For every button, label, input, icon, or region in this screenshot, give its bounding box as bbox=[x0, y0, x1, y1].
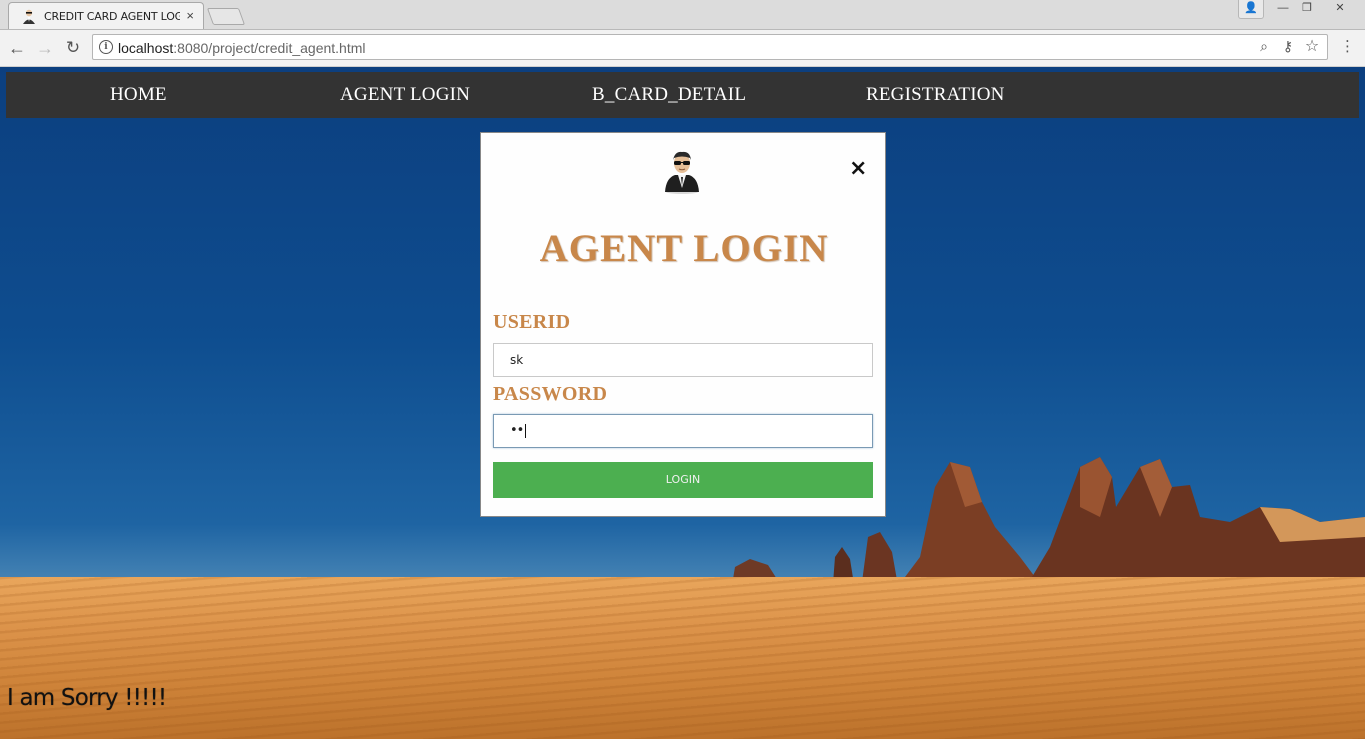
site-navigation-bar: HOME AGENT LOGIN B_CARD_DETAIL REGISTRAT… bbox=[6, 72, 1359, 118]
nav-registration[interactable]: REGISTRATION bbox=[866, 84, 1005, 106]
page-viewport: HOME AGENT LOGIN B_CARD_DETAIL REGISTRAT… bbox=[0, 67, 1365, 739]
agent-favicon-icon bbox=[23, 9, 35, 24]
profile-icon[interactable]: 👤 bbox=[1238, 0, 1264, 19]
window-close-button[interactable]: ✕ bbox=[1322, 0, 1358, 18]
browser-tab[interactable]: CREDIT CARD AGENT LOGI × bbox=[8, 2, 204, 29]
userid-input[interactable]: sk bbox=[493, 343, 873, 377]
text-caret bbox=[525, 423, 527, 438]
nav-agent-login[interactable]: AGENT LOGIN bbox=[340, 84, 470, 106]
password-input[interactable]: •• bbox=[493, 414, 873, 448]
error-message: I am Sorry !!!!! bbox=[7, 685, 167, 711]
new-tab-button[interactable] bbox=[206, 8, 246, 25]
info-icon[interactable]: i bbox=[99, 40, 113, 54]
nav-b-card-detail[interactable]: B_CARD_DETAIL bbox=[592, 84, 746, 106]
zoom-icon[interactable]: ⌕ bbox=[1255, 38, 1273, 55]
agent-login-modal: × AGENT LOGIN USERID sk PASSWORD •• LOGI… bbox=[480, 132, 886, 517]
reload-icon[interactable]: ↻ bbox=[62, 37, 84, 59]
browser-toolbar: ← → ↻ i localhost:8080/project/credit_ag… bbox=[0, 30, 1365, 67]
url-text[interactable]: localhost:8080/project/credit_agent.html bbox=[118, 40, 366, 56]
back-arrow-icon[interactable]: ← bbox=[6, 37, 28, 59]
bookmark-star-icon[interactable]: ☆ bbox=[1303, 36, 1321, 56]
maximize-button[interactable]: ❐ bbox=[1296, 0, 1318, 18]
login-button[interactable]: LOGIN bbox=[493, 462, 873, 498]
close-icon[interactable]: × bbox=[849, 158, 867, 180]
login-title: AGENT LOGIN bbox=[539, 227, 829, 270]
password-mask: •• bbox=[510, 423, 524, 438]
minimize-button[interactable]: — bbox=[1270, 0, 1296, 18]
key-icon[interactable]: ⚷ bbox=[1279, 38, 1297, 55]
agent-avatar-icon bbox=[665, 151, 699, 194]
browser-menu-icon[interactable]: ⋮ bbox=[1340, 38, 1355, 56]
forward-arrow-icon[interactable]: → bbox=[34, 37, 56, 59]
browser-tab-strip: CREDIT CARD AGENT LOGI × 👤 — ❐ ✕ bbox=[0, 0, 1365, 30]
tab-title: CREDIT CARD AGENT LOGI bbox=[44, 10, 180, 23]
url-path: :8080/project/credit_agent.html bbox=[173, 40, 366, 56]
userid-label: USERID bbox=[493, 311, 571, 333]
nav-home[interactable]: HOME bbox=[110, 84, 167, 106]
address-bar[interactable]: i localhost:8080/project/credit_agent.ht… bbox=[92, 34, 1328, 60]
tab-close-icon[interactable]: × bbox=[186, 9, 194, 23]
password-label: PASSWORD bbox=[493, 383, 608, 405]
url-host: localhost bbox=[118, 40, 174, 56]
sand-dune-background bbox=[0, 577, 1365, 739]
